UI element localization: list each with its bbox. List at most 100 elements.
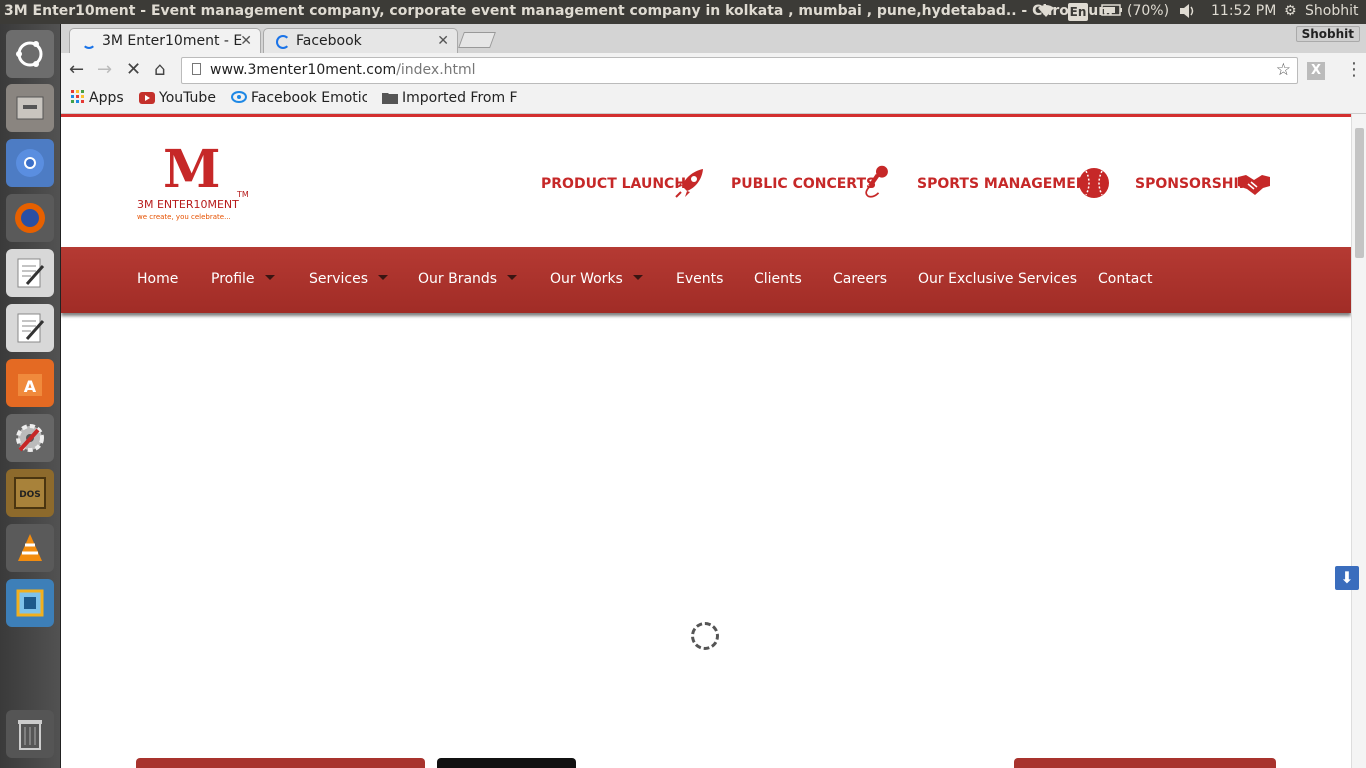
address-bar[interactable]: www.3menter10ment.com/index.html ☆ xyxy=(181,57,1298,84)
nav-our-exclusive-services[interactable]: Our Exclusive Services xyxy=(918,271,1077,287)
logo-mark: M xyxy=(163,139,221,200)
logo-tagline: we create, you celebrate... xyxy=(137,213,231,221)
tab-facebook[interactable]: Facebook ✕ xyxy=(263,28,458,54)
dropdown-caret-icon xyxy=(632,275,643,280)
content-block-left xyxy=(136,758,425,768)
svg-text:A: A xyxy=(24,377,37,396)
page-scrollbar[interactable] xyxy=(1351,114,1366,768)
dropdown-caret-icon xyxy=(378,275,389,280)
nav-profile[interactable]: Profile xyxy=(211,271,275,287)
gear-icon[interactable]: ⚙ xyxy=(1284,3,1297,19)
new-tab-button[interactable] xyxy=(458,32,496,48)
stop-icon[interactable]: ✕ xyxy=(126,59,141,80)
browser-tab-strip: 3M Enter10ment - E ✕ Facebook ✕ Shobhit xyxy=(61,24,1366,54)
nav-label: Services xyxy=(309,271,369,287)
header-link-public-concerts[interactable]: PUBLIC CONCERTS xyxy=(731,176,876,192)
back-icon[interactable]: ← xyxy=(69,59,84,80)
home-icon[interactable]: ⌂ xyxy=(154,59,165,80)
url-path: /index.html xyxy=(396,62,476,78)
ubuntu-dash-icon[interactable] xyxy=(6,30,54,78)
nav-clients[interactable]: Clients xyxy=(754,271,802,287)
bookmark-facebook-emoticons[interactable]: Facebook Emotic xyxy=(231,90,367,108)
header-link-product-launch[interactable]: PRODUCT LAUNCH xyxy=(541,176,686,192)
content-block-middle xyxy=(437,758,576,768)
nav-contact[interactable]: Contact xyxy=(1098,271,1152,287)
header-link-sponsorship[interactable]: SPONSORSHIP xyxy=(1135,176,1249,192)
bookmark-label: YouTube xyxy=(159,90,216,106)
rocket-icon xyxy=(675,169,703,198)
loading-spinner-icon xyxy=(276,35,290,49)
youtube-icon xyxy=(139,92,155,108)
page-loading-spinner-icon xyxy=(691,622,719,650)
window-title: 3M Enter10ment - Event management compan… xyxy=(4,3,1113,19)
close-icon[interactable]: ✕ xyxy=(240,33,252,49)
bookmark-imported-folder[interactable]: Imported From F xyxy=(382,90,518,108)
header-link-sports-management[interactable]: SPORTS MANAGEMENT xyxy=(917,176,1097,192)
battery-percent: (70%) xyxy=(1127,3,1170,19)
bookmark-apps[interactable]: Apps xyxy=(71,90,124,108)
top-accent-line xyxy=(61,114,1351,117)
dropdown-caret-icon xyxy=(264,275,275,280)
virtualbox-icon[interactable] xyxy=(6,579,54,627)
vlc-icon[interactable] xyxy=(6,524,54,572)
close-icon[interactable]: ✕ xyxy=(437,33,449,49)
nav-label: Our Brands xyxy=(418,271,498,287)
microphone-icon xyxy=(865,165,888,198)
main-navigation: Home Profile Services Our Brands Our Wor… xyxy=(61,247,1351,313)
system-settings-icon[interactable] xyxy=(6,414,54,462)
content-block-right xyxy=(1014,758,1276,768)
extension-icon[interactable]: X xyxy=(1307,62,1325,80)
trash-icon[interactable] xyxy=(6,710,54,758)
scrollbar-thumb[interactable] xyxy=(1355,128,1364,258)
nav-events[interactable]: Events xyxy=(676,271,723,287)
bookmark-label: Imported From F xyxy=(402,90,518,106)
system-top-panel: 3M Enter10ment - Event management compan… xyxy=(0,0,1366,24)
bookmark-label: Facebook Emotic xyxy=(251,90,367,106)
chromium-icon[interactable] xyxy=(6,139,54,187)
volume-icon[interactable] xyxy=(1178,3,1198,23)
bookmark-label: Apps xyxy=(89,90,124,106)
web-page: M TM 3M ENTER10MENT we create, you celeb… xyxy=(61,114,1351,768)
logo-name: 3M ENTER10MENT xyxy=(137,198,239,211)
keyboard-layout-indicator[interactable]: En xyxy=(1068,3,1088,21)
loading-spinner-icon xyxy=(82,35,96,49)
text-editor-2-icon[interactable] xyxy=(6,304,54,352)
dropdown-caret-icon xyxy=(507,275,518,280)
browser-toolbar: ← → ✕ ⌂ www.3menter10ment.com/index.html… xyxy=(61,53,1366,87)
nav-services[interactable]: Services xyxy=(309,271,389,287)
tab-3m-enter10ment[interactable]: 3M Enter10ment - E ✕ xyxy=(69,28,261,54)
folder-icon xyxy=(382,91,398,108)
bookmark-star-icon[interactable]: ☆ xyxy=(1276,60,1291,80)
handshake-icon xyxy=(1238,175,1270,195)
files-icon[interactable] xyxy=(6,84,54,132)
tab-label: Facebook xyxy=(296,33,362,49)
emoticon-icon xyxy=(231,90,247,108)
battery-icon[interactable] xyxy=(1101,3,1123,21)
dosbox-icon[interactable]: DOS xyxy=(6,469,54,517)
scroll-down-icon[interactable]: ⬇ xyxy=(1335,566,1359,590)
nav-label: Profile xyxy=(211,271,255,287)
nav-careers[interactable]: Careers xyxy=(833,271,887,287)
ubuntu-launcher: A DOS xyxy=(0,24,61,768)
site-logo[interactable]: M TM 3M ENTER10MENT we create, you celeb… xyxy=(137,142,249,228)
baseball-icon xyxy=(1079,168,1109,198)
software-center-icon[interactable]: A xyxy=(6,359,54,407)
page-icon xyxy=(192,63,201,75)
nav-our-works[interactable]: Our Works xyxy=(550,271,643,287)
url-host: www.3menter10ment.com xyxy=(210,62,397,78)
nav-label: Our Works xyxy=(550,271,623,287)
user-name[interactable]: Shobhit xyxy=(1305,3,1358,19)
text-editor-icon[interactable] xyxy=(6,249,54,297)
firefox-icon[interactable] xyxy=(6,194,54,242)
bookmark-youtube[interactable]: YouTube xyxy=(139,90,216,108)
svg-text:DOS: DOS xyxy=(19,490,41,500)
nav-home[interactable]: Home xyxy=(137,271,178,287)
clock[interactable]: 11:52 PM xyxy=(1211,3,1276,19)
menu-icon[interactable]: ⋮ xyxy=(1345,59,1363,80)
wifi-icon[interactable] xyxy=(1036,3,1056,23)
apps-grid-icon xyxy=(71,90,85,108)
nav-our-brands[interactable]: Our Brands xyxy=(418,271,518,287)
profile-badge[interactable]: Shobhit xyxy=(1295,26,1360,42)
forward-icon[interactable]: → xyxy=(97,59,112,80)
bookmarks-bar: Apps YouTube Facebook Emotic Imported Fr… xyxy=(61,87,1366,114)
